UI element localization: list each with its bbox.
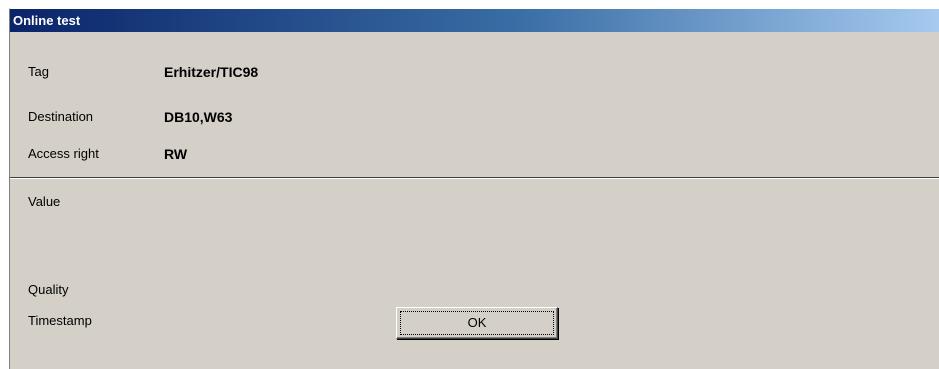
- tag-value: Erhitzer/TIC98: [164, 64, 259, 80]
- ok-button[interactable]: OK: [396, 307, 558, 339]
- access-right-value: RW: [164, 146, 188, 162]
- access-right-label: Access right: [28, 146, 99, 161]
- destination-value: DB10,W63: [164, 109, 233, 125]
- ok-button-label: OK: [400, 311, 554, 335]
- destination-label: Destination: [28, 109, 94, 124]
- value-label: Value: [28, 194, 61, 209]
- tag-label: Tag: [28, 64, 49, 79]
- section-divider: [10, 177, 939, 179]
- timestamp-label: Timestamp: [28, 313, 92, 328]
- quality-label: Quality: [28, 282, 69, 297]
- dialog-title-bar[interactable]: Online test: [10, 9, 939, 32]
- online-test-dialog: Online test Tag Erhitzer/TIC98 Destinati…: [9, 8, 939, 369]
